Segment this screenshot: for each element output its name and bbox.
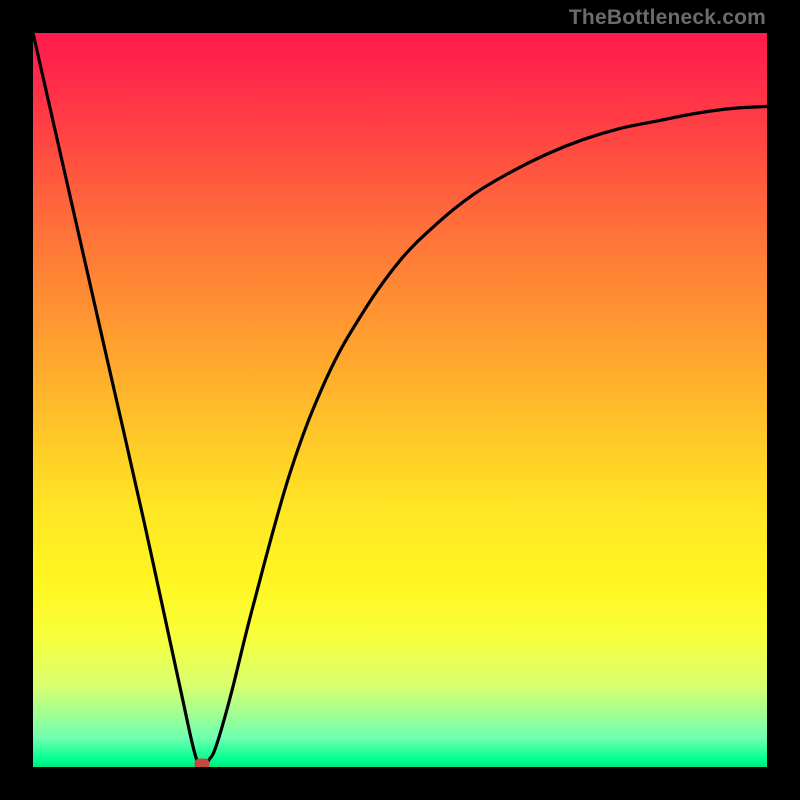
- curve-path: [33, 33, 767, 767]
- bottleneck-curve: [33, 33, 767, 767]
- plot-area: [33, 33, 767, 767]
- chart-frame: TheBottleneck.com: [0, 0, 800, 800]
- attribution-text: TheBottleneck.com: [569, 6, 766, 30]
- minimum-marker: [194, 759, 209, 768]
